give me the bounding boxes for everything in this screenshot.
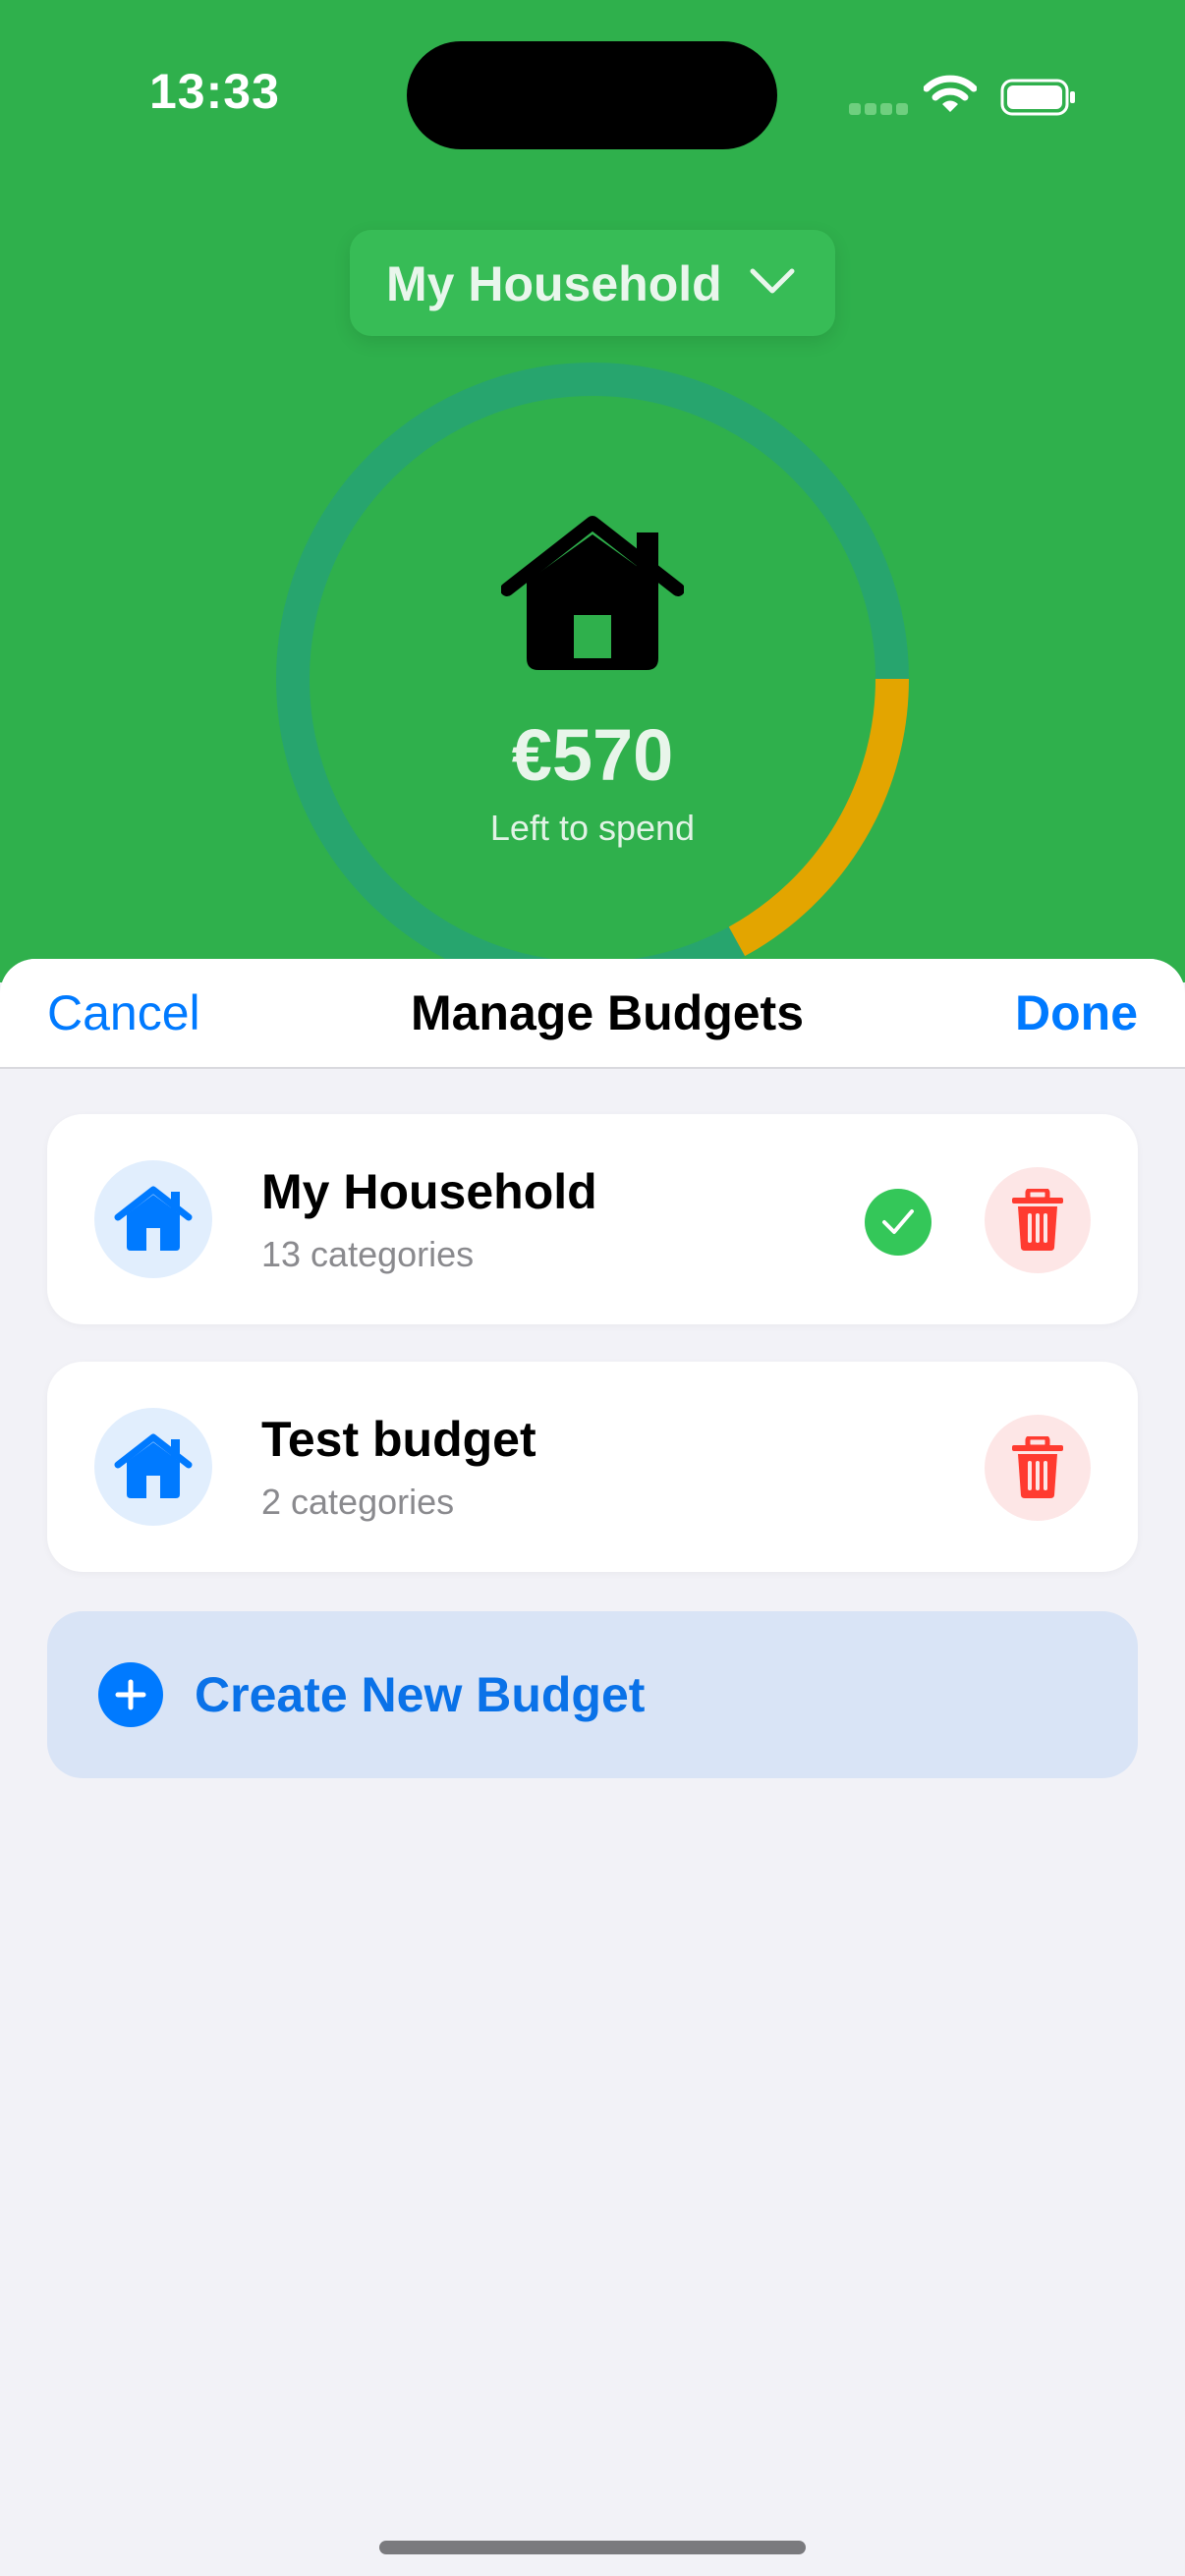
cellular-signal-icon bbox=[849, 103, 908, 117]
wifi-icon bbox=[924, 75, 977, 112]
create-new-budget-button[interactable]: Create New Budget bbox=[47, 1611, 1138, 1778]
budget-name: Test budget bbox=[261, 1412, 536, 1467]
budget-ring bbox=[276, 363, 909, 995]
household-selector-label: My Household bbox=[386, 256, 722, 311]
amount-caption: Left to spend bbox=[489, 808, 696, 848]
house-icon bbox=[114, 1186, 193, 1251]
home-indicator bbox=[379, 2541, 806, 2554]
household-selector[interactable]: My Household bbox=[350, 230, 835, 336]
budget-row-my-household[interactable]: My Household 13 categories bbox=[47, 1114, 1138, 1324]
chevron-down-icon bbox=[750, 268, 795, 294]
checkmark-icon bbox=[865, 1189, 931, 1256]
battery-icon bbox=[1000, 79, 1075, 116]
budget-name: My Household bbox=[261, 1164, 597, 1219]
done-button[interactable]: Done bbox=[1015, 984, 1138, 1041]
sheet-header: Cancel Manage Budgets Done bbox=[0, 959, 1185, 1069]
plus-circle-icon bbox=[98, 1662, 163, 1727]
delete-budget-button[interactable] bbox=[985, 1415, 1091, 1521]
amount-left: €570 bbox=[511, 714, 674, 796]
budget-avatar bbox=[94, 1408, 212, 1526]
sheet-title: Manage Budgets bbox=[410, 985, 805, 1040]
trash-icon bbox=[1012, 1189, 1063, 1251]
budget-avatar bbox=[94, 1160, 212, 1278]
status-time: 13:33 bbox=[149, 64, 280, 119]
trash-icon bbox=[1012, 1436, 1063, 1498]
budget-row-test-budget[interactable]: Test budget 2 categories bbox=[47, 1362, 1138, 1572]
budget-category-count: 13 categories bbox=[261, 1234, 475, 1274]
house-icon bbox=[501, 516, 684, 670]
budget-overview: 13:33 My Household €570 Left to spend bbox=[0, 0, 1185, 995]
manage-budgets-sheet: Cancel Manage Budgets Done My Household … bbox=[0, 959, 1185, 2576]
budget-category-count: 2 categories bbox=[261, 1482, 455, 1522]
house-icon bbox=[114, 1433, 193, 1498]
delete-budget-button[interactable] bbox=[985, 1167, 1091, 1273]
create-new-budget-label: Create New Budget bbox=[195, 1667, 646, 1722]
dynamic-island bbox=[407, 41, 777, 149]
